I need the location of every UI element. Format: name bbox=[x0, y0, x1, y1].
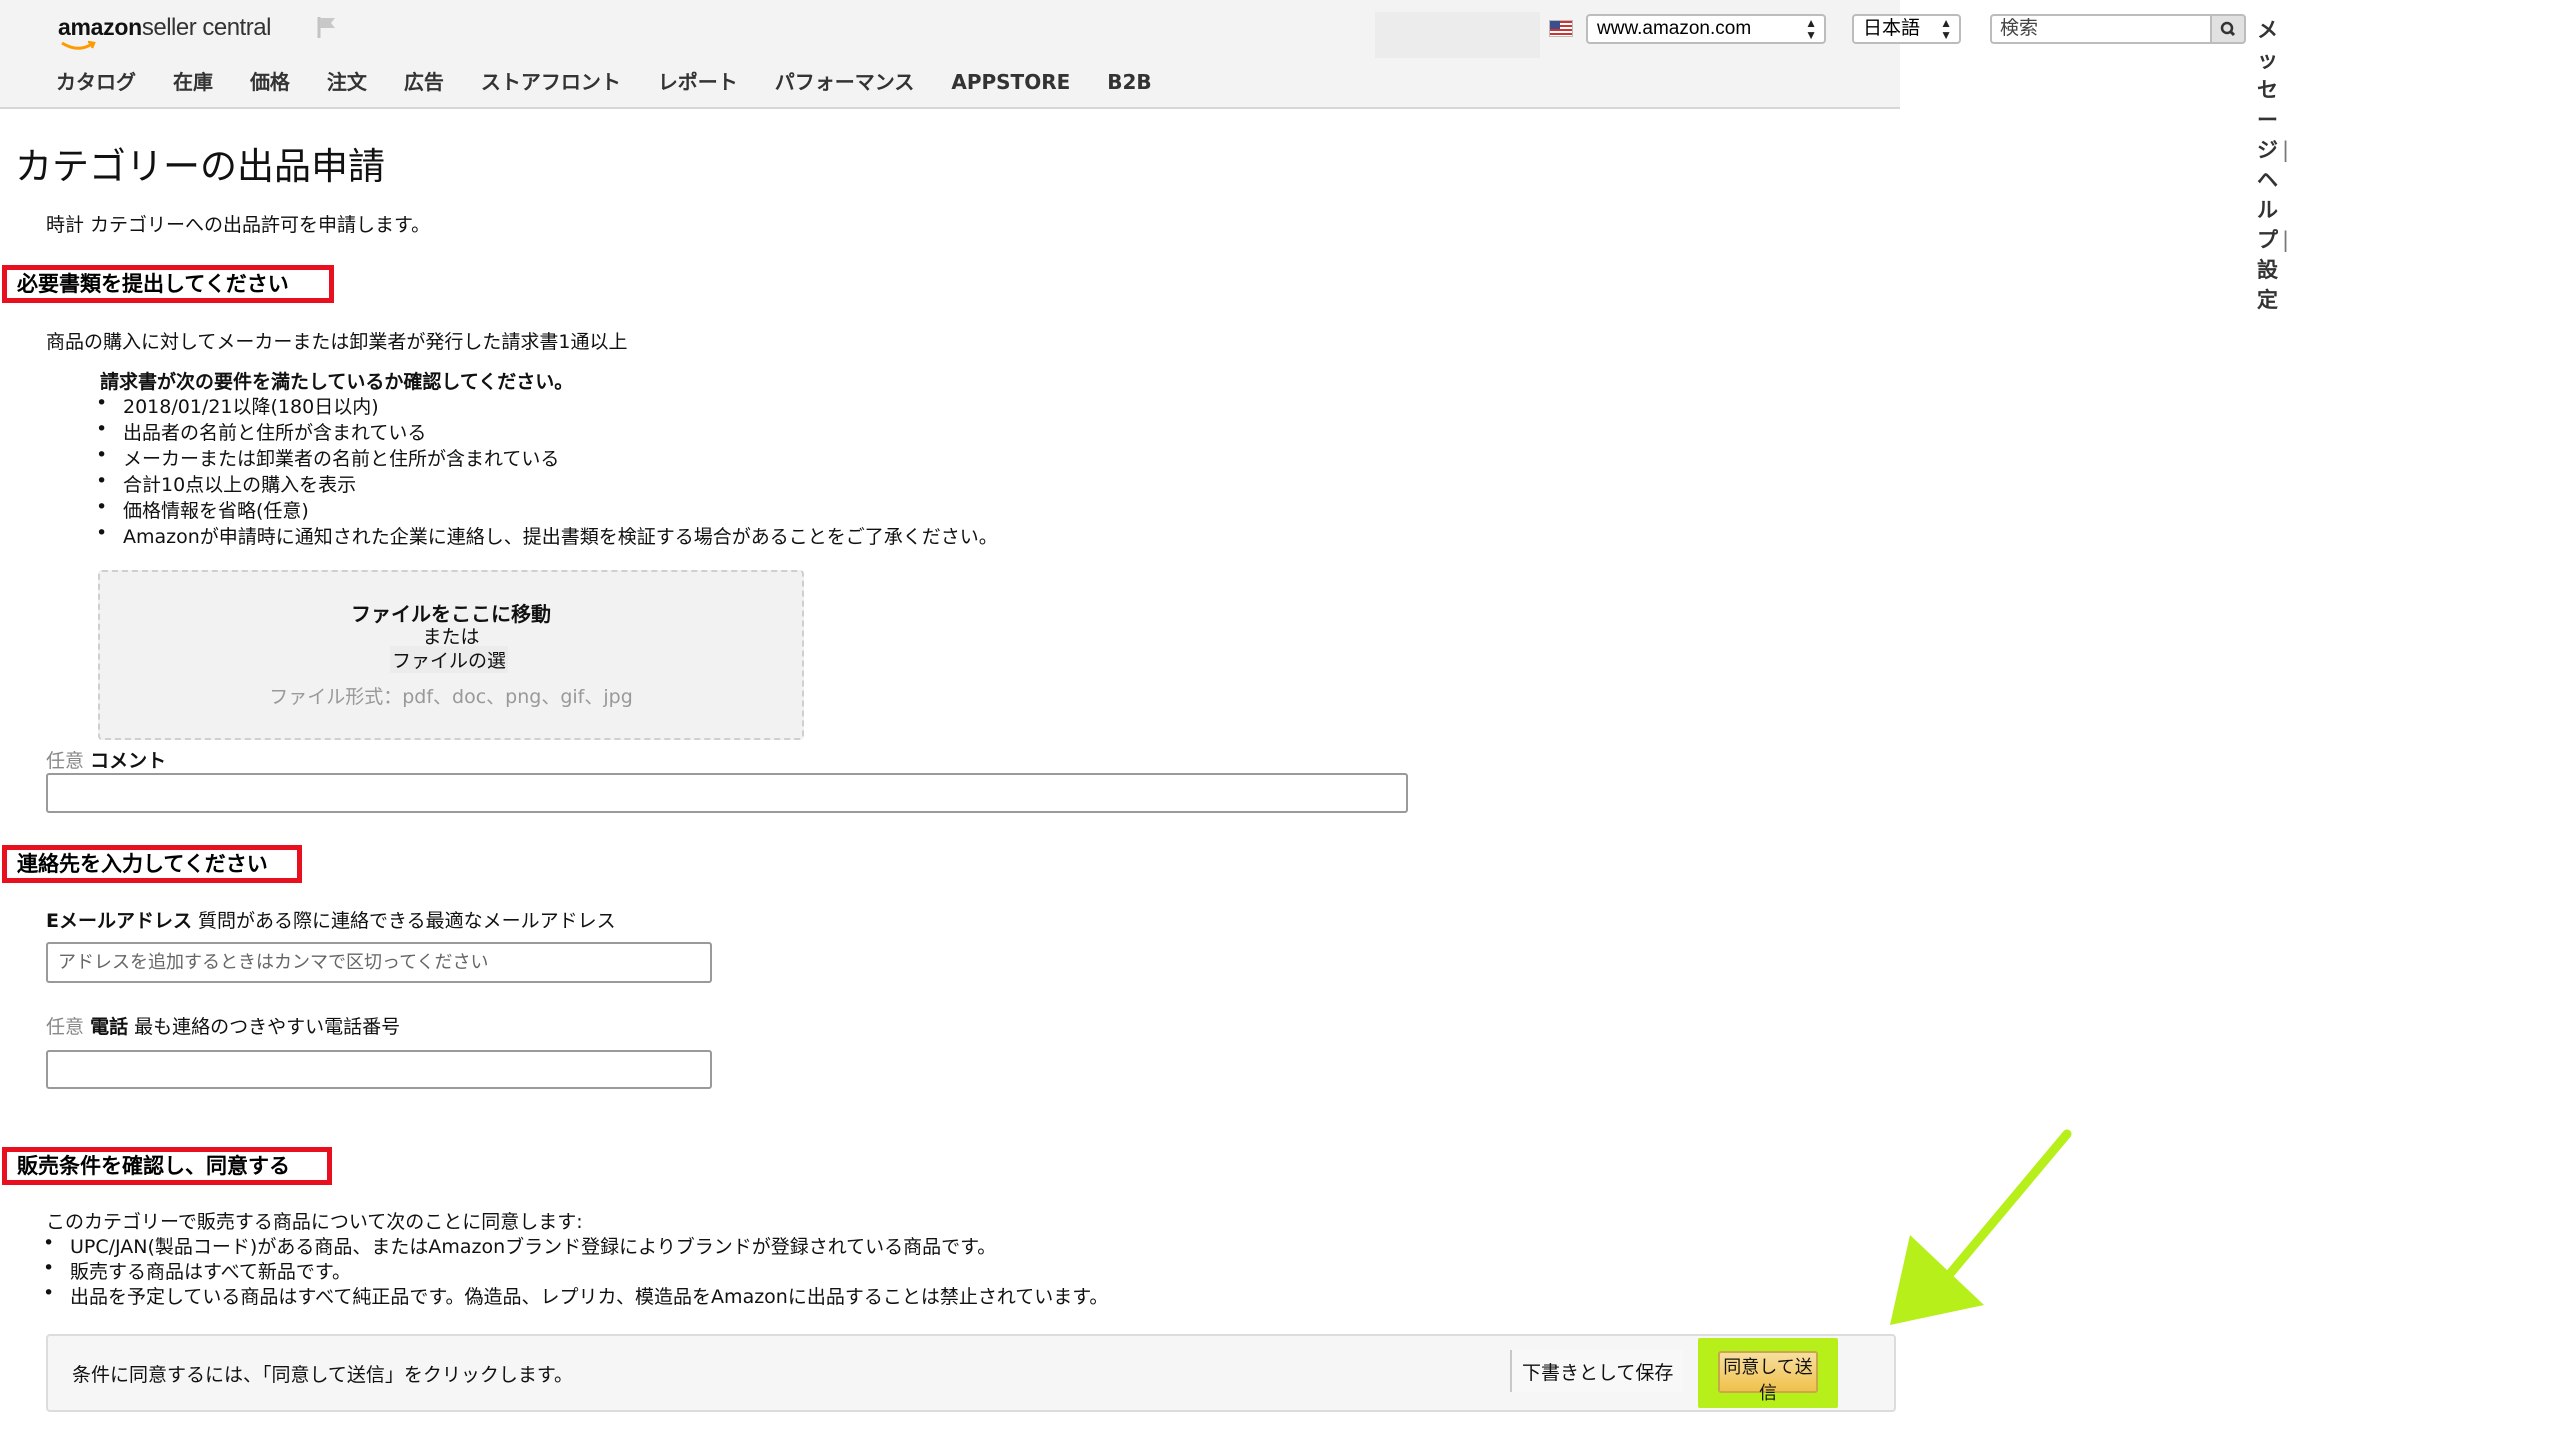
phone-label-row: 任意 電話 最も連絡のつきやすい電話番号 bbox=[46, 1012, 400, 1039]
requirement-item: Amazonが申請時に通知された企業に連絡し、提出書類を検証する場合があることを… bbox=[96, 522, 998, 549]
header-links: メッセージ |ヘルプ |設定 bbox=[2257, 14, 2293, 314]
requirement-item: 合計10点以上の購入を表示 bbox=[96, 470, 356, 497]
agree-instruction: 条件に同意するには、「同意して送信」をクリックします。 bbox=[72, 1364, 574, 1386]
language-select[interactable]: 日本語 ▲ ▼ bbox=[1852, 14, 1961, 44]
optional-tag: 任意 bbox=[46, 1016, 85, 1038]
select-arrows-icon: ▲ ▼ bbox=[1940, 16, 1952, 42]
email-label: Eメールアドレス bbox=[46, 910, 192, 932]
page-title: カテゴリーの出品申請 bbox=[15, 145, 385, 188]
section-title-contact: 連絡先を入力してください bbox=[2, 845, 302, 883]
marketplace-value: www.amazon.com bbox=[1597, 18, 1752, 39]
email-label-row: Eメールアドレス 質問がある際に連絡できる最適なメールアドレス bbox=[46, 906, 616, 933]
link-separator: | bbox=[2282, 228, 2290, 252]
logo-amazon-text: amazon bbox=[58, 14, 142, 40]
requirement-item: 価格情報を省略(任意) bbox=[96, 496, 309, 523]
page-subtitle: 時計 カテゴリーへの出品許可を申請します。 bbox=[46, 214, 431, 236]
logo-seller-text: seller central bbox=[141, 14, 272, 41]
email-hint: 質問がある際に連絡できる最適なメールアドレス bbox=[198, 910, 616, 932]
dropzone-or: または bbox=[422, 626, 480, 648]
nav-orders[interactable]: 注文 bbox=[327, 70, 367, 94]
help-link[interactable]: ヘルプ bbox=[2257, 168, 2278, 252]
requirements-heading: 請求書が次の要件を満たしているか確認してください。 bbox=[100, 371, 574, 393]
comment-field[interactable] bbox=[46, 773, 1408, 813]
select-arrows-icon: ▲ ▼ bbox=[1805, 16, 1817, 42]
nav-appstore[interactable]: APPSTORE bbox=[951, 70, 1070, 94]
settings-link[interactable]: 設定 bbox=[2257, 258, 2278, 312]
optional-tag: 任意 bbox=[46, 750, 85, 772]
nav-performance[interactable]: パフォーマンス bbox=[775, 70, 915, 94]
marketplace-select[interactable]: www.amazon.com ▲ ▼ bbox=[1586, 14, 1826, 44]
language-value: 日本語 bbox=[1863, 18, 1921, 39]
dropzone-formats: ファイル形式：pdf、doc、png、gif、jpg bbox=[269, 686, 633, 708]
main-nav: カタログ 在庫 価格 注文 広告 ストアフロント レポート パフォーマンス AP… bbox=[56, 66, 1182, 95]
search-input[interactable] bbox=[1990, 14, 2210, 44]
top-header: amazonseller central www.amazon.com ▲ ▼ 日… bbox=[0, 0, 2289, 312]
amazon-smile-icon bbox=[61, 40, 96, 50]
phone-hint: 最も連絡のつきやすい電話番号 bbox=[134, 1016, 401, 1038]
flag-icon[interactable] bbox=[314, 14, 340, 40]
terms-item: 出品を予定している商品はすべて純正品です。偽造品、レプリカ、模造品をAmazon… bbox=[43, 1282, 1108, 1309]
terms-item: UPC/JAN(製品コード)がある商品、またはAmazonブランド登録によりブラ… bbox=[43, 1232, 996, 1259]
green-arrow-annotation-icon bbox=[1890, 1129, 2072, 1325]
requirement-item: 出品者の名前と住所が含まれている bbox=[96, 418, 426, 445]
save-draft-button[interactable]: 下書きとして保存 bbox=[1510, 1350, 1684, 1392]
terms-intro: このカテゴリーで販売する商品について次のことに同意します: bbox=[46, 1211, 583, 1233]
nav-inventory[interactable]: 在庫 bbox=[173, 70, 213, 94]
nav-pricing[interactable]: 価格 bbox=[250, 70, 290, 94]
nav-catalog[interactable]: カタログ bbox=[56, 70, 136, 94]
account-placeholder bbox=[1375, 12, 1540, 58]
nav-storefront[interactable]: ストアフロント bbox=[481, 70, 621, 94]
comment-label: コメント bbox=[90, 750, 167, 772]
file-drop-zone[interactable]: ファイルをここに移動 または ファイルの選 ファイル形式：pdf、doc、png… bbox=[98, 570, 804, 740]
choose-file-button[interactable]: ファイルの選 bbox=[390, 646, 509, 673]
agree-submit-button[interactable]: 同意して送信 bbox=[1718, 1351, 1818, 1404]
phone-label: 電話 bbox=[90, 1016, 129, 1038]
section-title-documents: 必要書類を提出してください bbox=[2, 265, 334, 303]
comment-label-row: 任意 コメント bbox=[46, 746, 166, 773]
messages-link[interactable]: メッセージ bbox=[2257, 18, 2278, 162]
nav-reports[interactable]: レポート bbox=[658, 70, 738, 94]
documents-intro: 商品の購入に対してメーカーまたは卸業者が発行した請求書1通以上 bbox=[46, 331, 628, 353]
nav-advertising[interactable]: 広告 bbox=[404, 70, 444, 94]
us-flag-icon bbox=[1549, 20, 1573, 37]
requirement-item: メーカーまたは卸業者の名前と住所が含まれている bbox=[96, 444, 559, 471]
link-separator: | bbox=[2282, 138, 2290, 162]
requirement-item: 2018/01/21以降(180日以内) bbox=[96, 392, 379, 419]
email-field[interactable] bbox=[46, 942, 712, 983]
terms-item: 販売する商品はすべて新品です。 bbox=[43, 1257, 351, 1284]
search-button[interactable] bbox=[2210, 14, 2246, 44]
search-icon bbox=[2220, 21, 2236, 37]
submit-bar: 条件に同意するには、「同意して送信」をクリックします。 下書きとして保存 同意し… bbox=[46, 1334, 1896, 1412]
phone-field[interactable] bbox=[46, 1050, 712, 1089]
nav-b2b[interactable]: B2B bbox=[1107, 70, 1151, 94]
section-title-terms: 販売条件を確認し、同意する bbox=[2, 1147, 332, 1185]
